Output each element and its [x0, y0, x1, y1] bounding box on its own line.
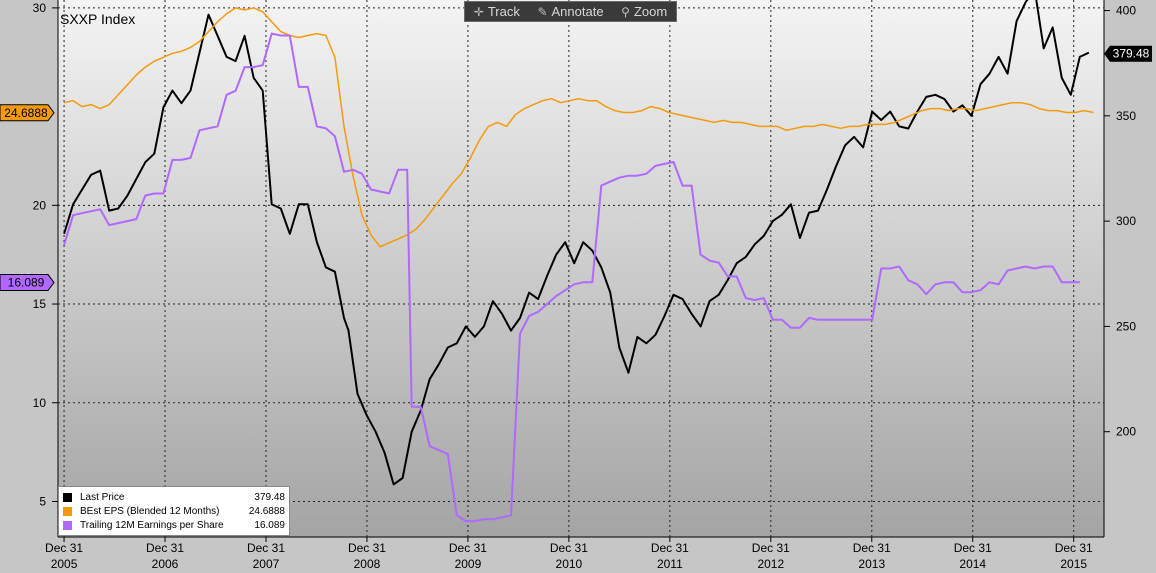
x-tick-label: Dec 31 [853, 541, 891, 555]
x-tick-year: 2006 [152, 557, 179, 571]
right-tick-label: 200 [1116, 425, 1136, 439]
right-tag-text: 379.48 [1113, 47, 1150, 61]
left-tick-label: 15 [33, 297, 47, 311]
legend-item-last-price[interactable]: Last Price 379.48 [63, 490, 285, 504]
right-tick-label: 300 [1116, 214, 1136, 228]
crosshair-icon: ✛ [473, 4, 484, 19]
right-tick-label: 250 [1116, 319, 1136, 333]
x-tick-year: 2011 [657, 557, 683, 571]
chart-title: SXXP Index [60, 11, 136, 27]
x-tick-label: Dec 31 [45, 541, 83, 555]
legend: Last Price 379.48 BEst EPS (Blended 12 M… [58, 486, 290, 536]
right-tick-label: 400 [1116, 4, 1136, 18]
left-tick-label: 20 [33, 198, 47, 212]
legend-label: Trailing 12M Earnings per Share [80, 519, 224, 531]
x-tick-year: 2009 [455, 557, 482, 571]
x-tick-label: Dec 31 [146, 541, 184, 555]
zoom-label: Zoom [633, 4, 668, 19]
pencil-icon: ✎ [537, 4, 548, 19]
x-tick-year: 2014 [959, 557, 986, 571]
left-tag-trailing-eps-text: 16.089 [8, 276, 45, 290]
x-tick-year: 2005 [51, 557, 78, 571]
left-tick-label: 10 [33, 396, 47, 410]
magnifier-icon: ⚲ [621, 4, 630, 19]
x-tick-year: 2010 [556, 557, 583, 571]
x-tick-label: Dec 31 [247, 541, 285, 555]
track-button[interactable]: ✛ Track [474, 4, 520, 19]
x-tick-year: 2013 [858, 557, 885, 571]
left-tag-best-eps: 24.6888 [0, 104, 55, 122]
x-tick-label: Dec 31 [1055, 541, 1093, 555]
legend-item-best-eps[interactable]: BEst EPS (Blended 12 Months) 24.6888 [63, 504, 285, 518]
plot-area [58, 0, 1104, 537]
legend-label: BEst EPS (Blended 12 Months) [80, 505, 220, 517]
legend-value: 24.6888 [248, 505, 285, 517]
x-tick-year: 2015 [1060, 557, 1087, 571]
x-tick-year: 2008 [354, 557, 381, 571]
legend-value: 379.48 [254, 491, 285, 503]
right-tag-last-price: 379.48 [1104, 45, 1152, 62]
legend-swatch-best-eps [63, 506, 72, 516]
x-tick-year: 2012 [757, 557, 784, 571]
x-tick-label: Dec 31 [550, 541, 588, 555]
left-tag-trailing-eps: 16.089 [0, 274, 55, 292]
x-tick-label: Dec 31 [651, 541, 689, 555]
left-tick-label: 5 [39, 494, 46, 508]
right-axis-panel [1104, 0, 1156, 573]
x-tick-label: Dec 31 [449, 541, 487, 555]
x-tick-label: Dec 31 [752, 541, 790, 555]
annotate-button[interactable]: ✎ Annotate [537, 4, 603, 19]
chart-toolbar: ✛ Track ✎ Annotate ⚲ Zoom [464, 1, 677, 22]
annotate-label: Annotate [551, 4, 604, 19]
left-tag-best-eps-text: 24.6888 [4, 106, 48, 120]
zoom-button[interactable]: ⚲ Zoom [621, 4, 667, 19]
legend-label: Last Price [80, 491, 125, 503]
x-tick-label: Dec 31 [954, 541, 992, 555]
legend-swatch-trailing-eps [63, 520, 72, 530]
legend-value: 16.089 [254, 519, 285, 531]
left-tick-label: 30 [33, 1, 47, 15]
right-tick-label: 350 [1116, 109, 1136, 123]
x-tick-year: 2007 [253, 557, 280, 571]
x-tick-label: Dec 31 [348, 541, 386, 555]
legend-swatch-last-price [63, 492, 72, 502]
track-label: Track [487, 4, 520, 19]
legend-item-trailing-eps[interactable]: Trailing 12M Earnings per Share 16.089 [63, 518, 285, 532]
